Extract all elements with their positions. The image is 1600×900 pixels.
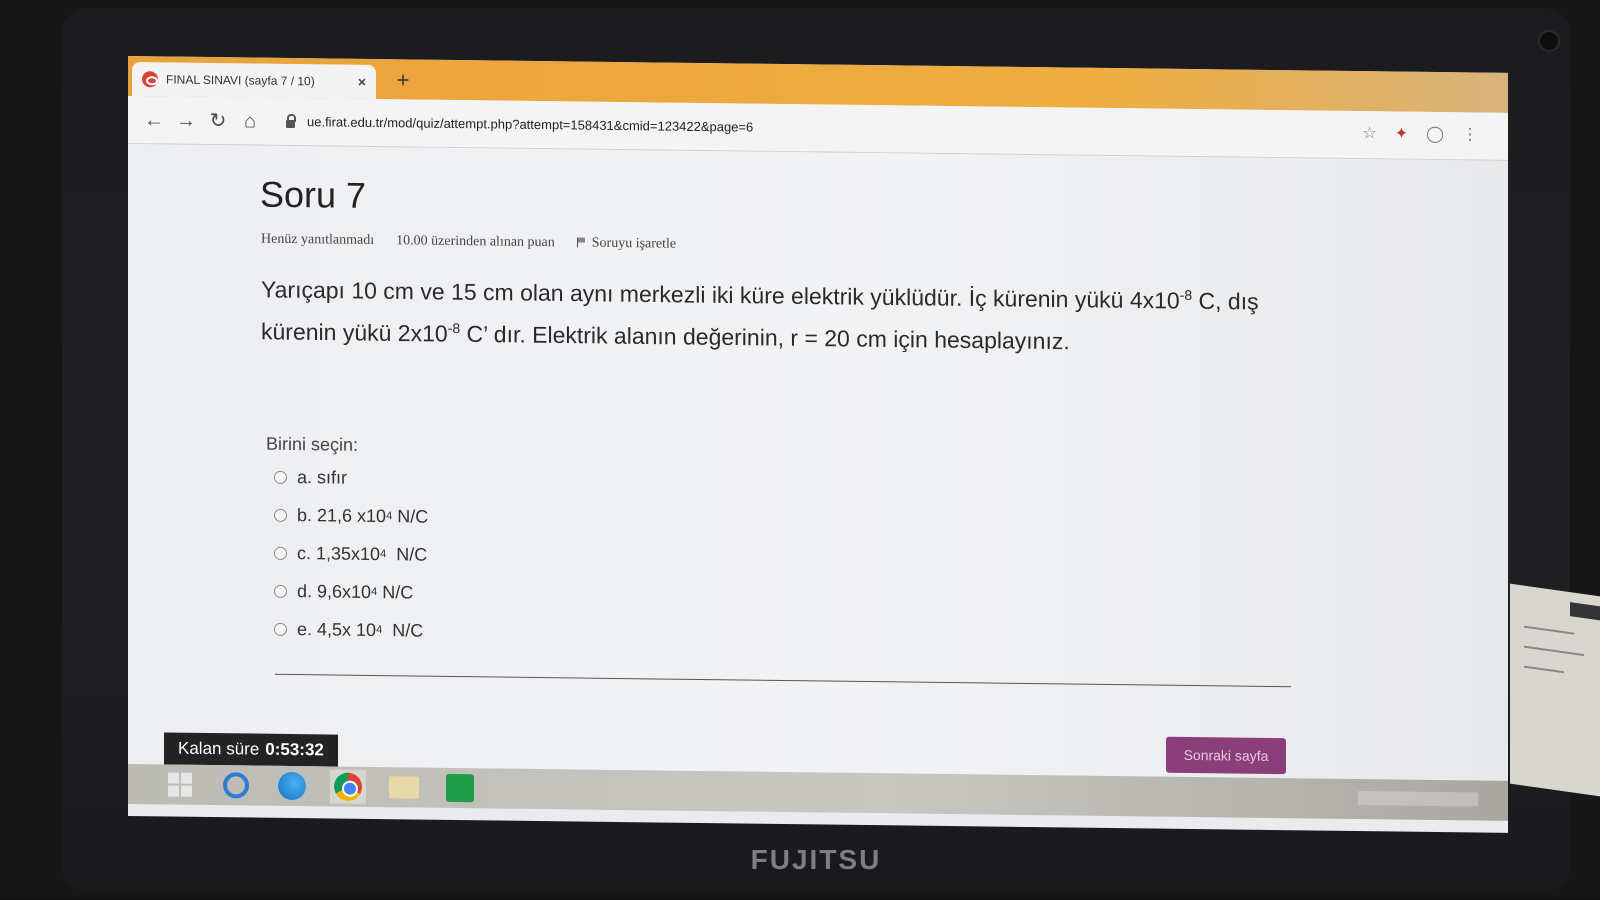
timer-value: 0:53:32	[265, 739, 324, 760]
answer-option-d[interactable]: d. 9,6x10 4 N/C	[274, 572, 428, 612]
chrome-icon[interactable]	[330, 769, 366, 804]
file-explorer-icon[interactable]	[386, 770, 422, 804]
radio-button[interactable]	[274, 508, 287, 522]
site-favicon-icon	[142, 71, 158, 88]
divider	[275, 673, 1291, 688]
question-exponent: -8	[447, 319, 461, 336]
answer-label: c. 1,35x10	[297, 542, 381, 564]
answer-option-c[interactable]: c. 1,35x10 4 N/C	[274, 534, 428, 574]
system-tray	[1358, 791, 1478, 807]
answer-option-b[interactable]: b. 21,6 x10 4 N/C	[274, 496, 428, 536]
flag-question-label: Soruyu işaretle	[591, 235, 677, 252]
webcam	[1538, 30, 1560, 52]
question-number: Soru 7	[260, 173, 367, 216]
extension-icon[interactable]: ✦	[1395, 123, 1408, 143]
browser-tab-active[interactable]: FINAL SINAVI (sayfa 7 / 10) ×	[132, 62, 376, 100]
tab-close-icon[interactable]: ×	[358, 74, 366, 90]
answer-label: a. sıfır	[297, 466, 348, 488]
laptop-brand-logo: FUJITSU	[750, 844, 882, 875]
answer-unit: N/C	[386, 543, 428, 565]
radio-button[interactable]	[274, 470, 287, 484]
quiz-page: Soru 7 Henüz yanıtlanmadı 10.00 üzerinde…	[128, 144, 1508, 781]
answer-unit: N/C	[382, 619, 424, 641]
question-exponent: -8	[1179, 286, 1193, 304]
edge-icon[interactable]	[274, 769, 310, 803]
radio-button[interactable]	[274, 622, 287, 636]
windows-start-icon[interactable]	[162, 767, 198, 801]
address-bar-url: ue.firat.edu.tr/mod/quiz/attempt.php?att…	[307, 114, 754, 135]
timer-label: Kalan süre	[178, 738, 260, 759]
tab-title: FINAL SINAVI (sayfa 7 / 10)	[166, 72, 315, 89]
answer-option-a[interactable]: a. sıfır	[274, 458, 428, 498]
answer-list: a. sıfır b. 21,6 x10 4 N/C c. 1,35x10 4 N/…	[274, 458, 428, 650]
choose-prompt: Birini seçin:	[266, 433, 359, 455]
answer-unit: N/C	[392, 505, 429, 527]
time-remaining: Kalan süre 0:53:32	[164, 732, 338, 767]
flag-icon	[576, 237, 586, 248]
lock-icon	[286, 119, 295, 128]
laptop-screen: FINAL SINAVI (sayfa 7 / 10) × + ← → ↻ ⌂ …	[128, 56, 1508, 833]
question-text-part: C’ dır. Elektrik alanın değerinin, r = 2…	[460, 320, 1070, 354]
answer-option-e[interactable]: e. 4,5x 10 4 N/C	[274, 610, 428, 650]
star-icon[interactable]: ☆	[1362, 123, 1376, 143]
flag-question-link[interactable]: Soruyu işaretle	[576, 235, 677, 252]
menu-icon[interactable]: ⋮	[1462, 124, 1478, 144]
address-bar[interactable]: ue.firat.edu.tr/mod/quiz/attempt.php?att…	[278, 105, 1378, 150]
internet-explorer-icon[interactable]	[218, 768, 254, 802]
question-status: Henüz yanıtlanmadı	[261, 231, 375, 249]
next-page-button[interactable]: Sonraki sayfa	[1166, 736, 1286, 775]
answer-unit: N/C	[377, 581, 414, 602]
reload-icon[interactable]: ↻	[202, 104, 234, 136]
answer-label: d. 9,6x10	[297, 580, 372, 602]
forward-icon[interactable]: →	[170, 104, 202, 136]
store-icon[interactable]	[442, 771, 478, 805]
radio-button[interactable]	[274, 584, 287, 598]
paper-sheet	[1510, 583, 1600, 797]
profile-icon[interactable]: ◯	[1426, 124, 1444, 144]
back-icon[interactable]: ←	[138, 104, 170, 136]
home-icon[interactable]: ⌂	[234, 105, 266, 137]
question-text: Yarıçapı 10 cm ve 15 cm olan aynı merkez…	[261, 266, 1301, 362]
question-points: 10.00 üzerinden alınan puan	[396, 233, 555, 251]
answer-label: e. 4,5x 10	[297, 618, 377, 640]
question-text-part: Yarıçapı 10 cm ve 15 cm olan aynı merkez…	[261, 276, 1180, 314]
new-tab-button[interactable]: +	[390, 67, 416, 93]
question-info: Henüz yanıtlanmadı 10.00 üzerinden alına…	[261, 232, 676, 253]
radio-button[interactable]	[274, 546, 287, 560]
answer-label: b. 21,6 x10	[297, 504, 387, 526]
